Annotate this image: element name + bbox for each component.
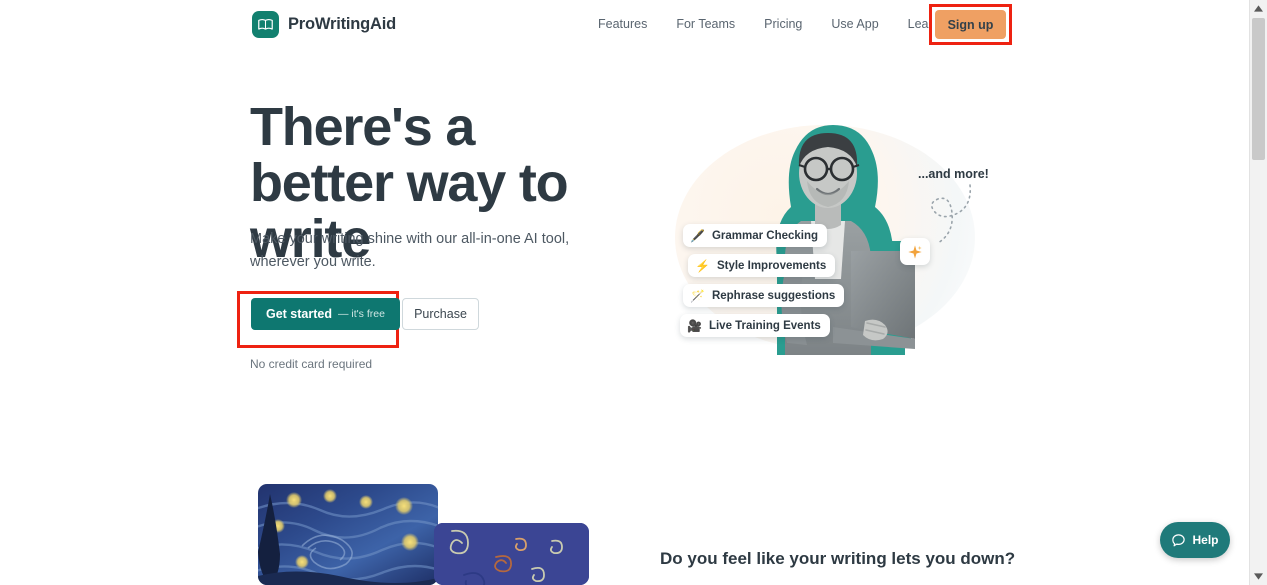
movie-camera-icon: 🎥 <box>687 318 702 333</box>
feature-card-label: Grammar Checking <box>711 229 819 242</box>
purchase-button[interactable]: Purchase <box>402 298 479 330</box>
feature-card-live-training-events: 🎥 Live Training Events <box>680 314 830 337</box>
feature-card-rephrase-suggestions: 🪄 Rephrase suggestions <box>683 284 845 307</box>
help-label: Help <box>1192 533 1219 547</box>
no-credit-card-note: No credit card required <box>250 357 373 371</box>
starry-night-image <box>258 484 438 585</box>
dotted-curl-arrow-icon <box>930 184 972 244</box>
get-started-free-note: — it's free <box>338 308 385 320</box>
sign-up-button[interactable]: Sign up <box>935 10 1006 39</box>
magic-wand-icon: 🪄 <box>690 288 705 303</box>
vertical-scrollbar[interactable] <box>1249 0 1267 585</box>
open-book-icon <box>252 11 279 38</box>
lower-section-heading: Do you feel like your writing lets you d… <box>660 549 1016 568</box>
get-started-button[interactable]: Get started — it's free <box>251 298 400 330</box>
nav-link-use-app[interactable]: Use App <box>831 14 878 34</box>
hero-subtitle: Make your writing shine with our all-in-… <box>250 231 570 270</box>
browser-page: ProWritingAid Features For Teams Pricing… <box>0 0 1267 585</box>
brand-logo-link[interactable]: ProWritingAid <box>252 11 396 38</box>
nav-link-features[interactable]: Features <box>598 14 647 34</box>
hero-illustration: 🖋️ Grammar Checking ⚡ Style Improvements… <box>655 105 1005 370</box>
pen-icon: 🖋️ <box>690 228 705 243</box>
feature-card-grammar-checking: 🖋️ Grammar Checking <box>683 224 828 247</box>
feature-card-style-improvements: ⚡ Style Improvements <box>688 254 836 277</box>
help-button[interactable]: Help <box>1160 522 1230 558</box>
nav-link-for-teams[interactable]: For Teams <box>676 14 735 34</box>
and-more-label: ...and more! <box>918 167 989 181</box>
scroll-down-arrow-icon[interactable] <box>1250 568 1267 585</box>
nav-link-pricing[interactable]: Pricing <box>764 14 802 34</box>
site-header: ProWritingAid Features For Teams Pricing… <box>0 0 1249 49</box>
lightning-icon: ⚡ <box>695 258 710 273</box>
brand-name: ProWritingAid <box>288 15 397 33</box>
get-started-label: Get started <box>266 307 332 321</box>
blue-doodle-image <box>434 523 589 585</box>
feature-card-label: Live Training Events <box>708 319 821 332</box>
scroll-up-arrow-icon[interactable] <box>1250 0 1267 17</box>
scrollbar-thumb[interactable] <box>1252 18 1265 160</box>
chat-bubble-icon <box>1172 533 1186 546</box>
feature-card-label: Style Improvements <box>716 259 827 272</box>
page-viewport: ProWritingAid Features For Teams Pricing… <box>0 0 1249 585</box>
feature-card-label: Rephrase suggestions <box>711 289 836 302</box>
